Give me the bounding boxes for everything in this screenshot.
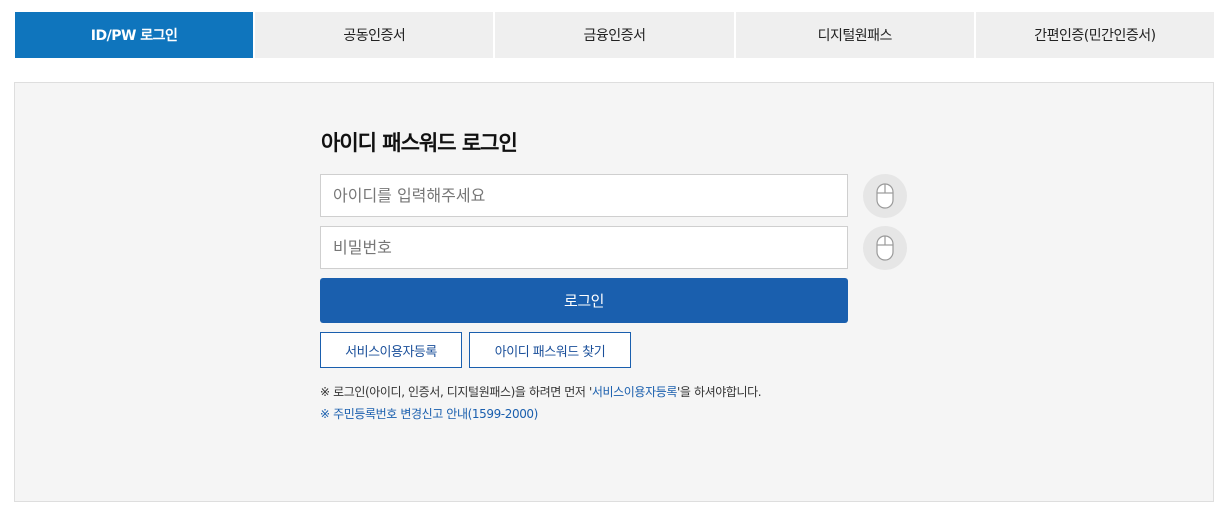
id-input[interactable] <box>320 174 848 217</box>
login-notice: ※ 로그인(아이디, 인증서, 디지털원패스)을 하려면 먼저 '서비스이용자등… <box>320 383 762 400</box>
login-button[interactable]: 로그인 <box>320 278 848 323</box>
id-virtual-keyboard-button[interactable] <box>863 174 907 218</box>
tab-digital-onepass[interactable]: 디지털원패스 <box>735 12 974 58</box>
mouse-icon <box>876 235 894 261</box>
service-register-button[interactable]: 서비스이용자등록 <box>320 332 462 368</box>
notice-prefix: ※ 로그인(아이디, 인증서, 디지털원패스)을 하려면 먼저 ' <box>320 385 592 399</box>
login-title: 아이디 패스워드 로그인 <box>321 131 518 155</box>
login-panel: 아이디 패스워드 로그인 로그인 서비스이용자등록 아이디 패스워드 찾기 ※ … <box>14 82 1214 502</box>
tab-financial-certificate[interactable]: 금융인증서 <box>495 12 734 58</box>
notice-suffix: '을 하셔야합니다. <box>677 385 762 399</box>
password-virtual-keyboard-button[interactable] <box>863 226 907 270</box>
tab-simple-auth[interactable]: 간편인증(민간인증서) <box>975 12 1215 58</box>
mouse-icon <box>876 183 894 209</box>
tab-joint-certificate[interactable]: 공동인증서 <box>255 12 494 58</box>
resident-number-change-link[interactable]: ※ 주민등록번호 변경신고 안내(1599-2000) <box>320 405 538 422</box>
login-method-tabs: ID/PW 로그인 공동인증서 금융인증서 디지털원패스 간편인증(민간인증서) <box>15 12 1215 58</box>
password-input[interactable] <box>320 226 848 269</box>
notice-highlight: 서비스이용자등록 <box>591 385 678 399</box>
find-id-password-button[interactable]: 아이디 패스워드 찾기 <box>469 332 631 368</box>
tab-id-pw[interactable]: ID/PW 로그인 <box>15 12 254 58</box>
